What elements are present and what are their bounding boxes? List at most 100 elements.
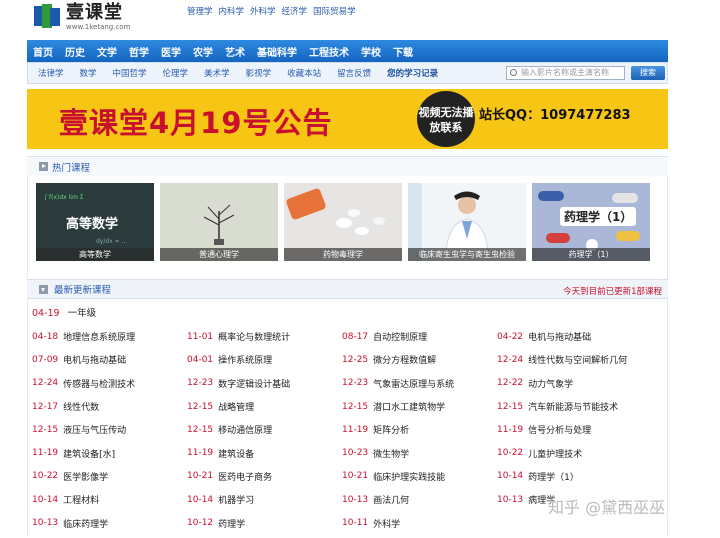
latest-courses-title: 最新更新课程 (54, 285, 112, 296)
list-item[interactable]: 10-14 机器学习 (187, 488, 342, 511)
nav-item[interactable]: 基础科学 (257, 44, 297, 59)
list-item[interactable]: 07-09 电机与拖动基础 (32, 348, 187, 371)
list-item[interactable]: 10-21 医药电子商务 (187, 465, 342, 488)
top-link[interactable]: 经济学 (282, 5, 308, 17)
list-item[interactable]: 11-01 概率论与数理统计 (187, 325, 342, 348)
main-nav: 首页 历史 文学 哲学 医学 农学 艺术 基础科学 工程技术 学校 下载 (27, 40, 668, 62)
course-date: 12-23 (342, 378, 369, 389)
list-item[interactable]: 04-19 一年级 (32, 305, 96, 319)
nav-item[interactable]: 文学 (97, 44, 117, 59)
course-title: 药理学 (218, 519, 246, 530)
course-card[interactable]: 药理学（1） 药理学（1） (532, 183, 650, 261)
list-item[interactable]: 11-19 矩阵分析 (342, 418, 497, 441)
list-item[interactable]: 12-15 战略管理 (187, 395, 342, 418)
subnav-item[interactable]: 美术学 (204, 67, 230, 79)
list-item[interactable]: 10-13 画法几何 (342, 488, 497, 511)
list-item[interactable]: 12-24 线性代数与空间解析几何 (497, 348, 652, 371)
course-date: 10-14 (497, 471, 524, 482)
list-item[interactable]: 10-11 外科学 (342, 511, 497, 534)
list-item[interactable]: 08-17 自动控制原理 (342, 325, 497, 348)
nav-item[interactable]: 工程技术 (309, 44, 349, 59)
list-item[interactable]: 12-15 移动通信原理 (187, 418, 342, 441)
list-item[interactable]: 04-22 电机与拖动基础 (497, 325, 652, 348)
list-item[interactable]: 12-15 液压与气压传动 (32, 418, 187, 441)
nav-item[interactable]: 农学 (193, 44, 213, 59)
nav-item[interactable]: 历史 (65, 44, 85, 59)
course-title: 线性代数与空间解析几何 (528, 356, 628, 367)
course-date: 04-01 (187, 354, 214, 365)
course-title: 医药电子商务 (218, 472, 273, 483)
site-logo[interactable]: 壹课堂 www.1ketang.com (34, 4, 130, 31)
announcement-banner[interactable]: 壹课堂4月19号公告 视频无法播放联系 站长QQ：1097477283 (27, 89, 668, 149)
course-card-title: 普通心理学 (160, 248, 278, 261)
list-item[interactable]: 11-19 信号分析与处理 (497, 418, 652, 441)
list-item[interactable]: 12-23 气象雷达原理与系统 (342, 372, 497, 395)
course-date: 10-22 (497, 448, 524, 459)
course-card[interactable]: ∫ f(x)dx lim Σ dy/dx = ... 高等数学 高等数学 (36, 183, 154, 261)
list-item[interactable]: 10-23 微生物学 (342, 441, 497, 464)
subnav-item[interactable]: 数学 (80, 67, 97, 79)
top-link[interactable]: 外科学 (250, 5, 276, 17)
course-title: 建筑设备[水] (63, 449, 116, 460)
list-item[interactable]: 12-24 传感器与检测技术 (32, 372, 187, 395)
list-item[interactable]: 10-21 临床护理实践技能 (342, 465, 497, 488)
course-date: 04-19 (32, 308, 60, 319)
subnav-item[interactable]: 伦理学 (163, 67, 189, 79)
course-title: 电机与拖动基础 (528, 333, 592, 344)
subnav-item[interactable]: 法律学 (38, 67, 64, 79)
study-history-link[interactable]: 您的学习记录 (387, 67, 438, 79)
list-item[interactable]: 10-13 临床药理学 (32, 511, 187, 534)
course-date: 11-19 (497, 424, 524, 435)
collapse-icon[interactable] (39, 284, 48, 294)
logo-icon (34, 4, 62, 28)
feedback-link[interactable]: 留言反馈 (337, 67, 371, 79)
course-date: 10-12 (187, 518, 214, 529)
nav-item[interactable]: 艺术 (225, 44, 245, 59)
list-item[interactable]: 11-19 建筑设备[水] (32, 441, 187, 464)
list-item[interactable]: 12-25 微分方程数值解 (342, 348, 497, 371)
course-date: 08-17 (342, 331, 369, 342)
nav-item[interactable]: 学校 (361, 44, 381, 59)
subnav-item[interactable]: 影视学 (246, 67, 272, 79)
subnav-item[interactable]: 中国哲学 (113, 67, 147, 79)
list-item[interactable]: 12-17 线性代数 (32, 395, 187, 418)
list-item[interactable]: 12-15 潜口水工建筑物学 (342, 395, 497, 418)
search-input[interactable]: 输入影片名称或主演名称 (506, 66, 625, 80)
list-item[interactable]: 04-01 操作系统原理 (187, 348, 342, 371)
list-item[interactable]: 10-12 药理学 (187, 511, 342, 534)
list-item[interactable]: 10-14 工程材料 (32, 488, 187, 511)
card-overlay-text: 药理学（1） (560, 207, 637, 226)
list-item[interactable]: 11-19 建筑设备 (187, 441, 342, 464)
top-link[interactable]: 内科学 (219, 5, 245, 17)
course-date: 12-25 (342, 354, 369, 365)
course-title: 潜口水工建筑物学 (373, 403, 446, 414)
nav-item-home[interactable]: 首页 (33, 44, 53, 59)
list-item[interactable]: 04-18 地理信息系统原理 (32, 325, 187, 348)
top-link[interactable]: 国际贸易学 (313, 5, 356, 17)
list-item[interactable]: 10-14 药理学（1） (497, 465, 652, 488)
watermark: 知乎 @黛西巫巫 (548, 498, 666, 517)
list-item[interactable]: 10-22 儿童护理技术 (497, 441, 652, 464)
list-item[interactable]: 12-22 动力气象学 (497, 372, 652, 395)
course-title: 自动控制原理 (373, 333, 428, 344)
nav-item[interactable]: 医学 (161, 44, 181, 59)
nav-item-download[interactable]: 下载 (393, 44, 413, 59)
list-item[interactable]: 12-23 数字逻辑设计基础 (187, 372, 342, 395)
course-card[interactable]: 药物毒理学 (284, 183, 402, 261)
course-title: 矩阵分析 (373, 426, 410, 437)
course-date: 10-21 (342, 471, 369, 482)
list-item[interactable]: 12-15 汽车新能源与节能技术 (497, 395, 652, 418)
search-button[interactable]: 搜索 (631, 66, 665, 80)
top-link[interactable]: 管理学 (187, 5, 213, 17)
table-row: 07-09 电机与拖动基础 04-01 操作系统原理 12-25 微分方程数值解 12… (32, 348, 662, 371)
course-date: 12-15 (187, 401, 214, 412)
nav-item[interactable]: 哲学 (129, 44, 149, 59)
course-date: 07-09 (32, 354, 59, 365)
course-card-title: 临床寄生虫学与寄生虫检验 (408, 248, 526, 261)
bookmark-link[interactable]: 收藏本站 (287, 67, 321, 79)
course-card[interactable]: 临床寄生虫学与寄生虫检验 (408, 183, 526, 261)
table-row: 12-15 液压与气压传动 12-15 移动通信原理 11-19 矩阵分析 11-19… (32, 418, 662, 441)
course-title: 儿童护理技术 (528, 449, 583, 460)
course-card[interactable]: 普通心理学 (160, 183, 278, 261)
list-item[interactable]: 10-22 医学影像学 (32, 465, 187, 488)
